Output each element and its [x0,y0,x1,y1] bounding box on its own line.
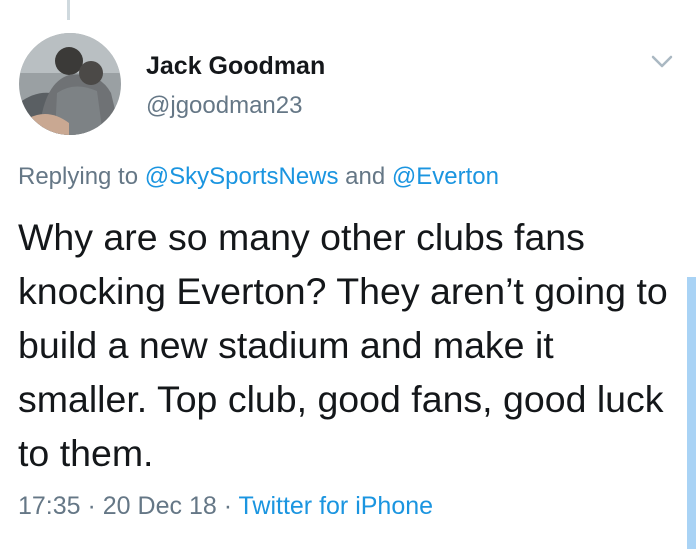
avatar[interactable] [19,33,121,135]
tweet-date[interactable]: 20 Dec 18 [103,492,217,520]
tweet-text: Why are so many other clubs fans knockin… [18,216,668,474]
chevron-down-icon[interactable] [650,52,674,72]
avatar-photo [19,33,121,135]
mention-link-skysportsnews[interactable]: @SkySportsNews [145,163,339,190]
replying-to-label: Replying to [18,163,145,190]
tweet-time[interactable]: 17:35 [18,492,81,520]
user-handle[interactable]: @jgoodman23 [146,92,302,120]
scrollbar[interactable] [687,277,696,549]
tweet-meta: 17:35 · 20 Dec 18 · Twitter for iPhone [18,492,433,521]
tweet-source-link[interactable]: Twitter for iPhone [239,492,434,520]
mention-link-everton[interactable]: @Everton [392,163,499,190]
display-name[interactable]: Jack Goodman [146,52,325,81]
replying-to-conjunction: and [338,163,392,190]
replying-to-line: Replying to @SkySportsNews and @Everton [18,163,499,191]
thread-connector-line [67,0,70,20]
meta-separator: · [216,492,239,520]
meta-separator: · [80,492,103,520]
